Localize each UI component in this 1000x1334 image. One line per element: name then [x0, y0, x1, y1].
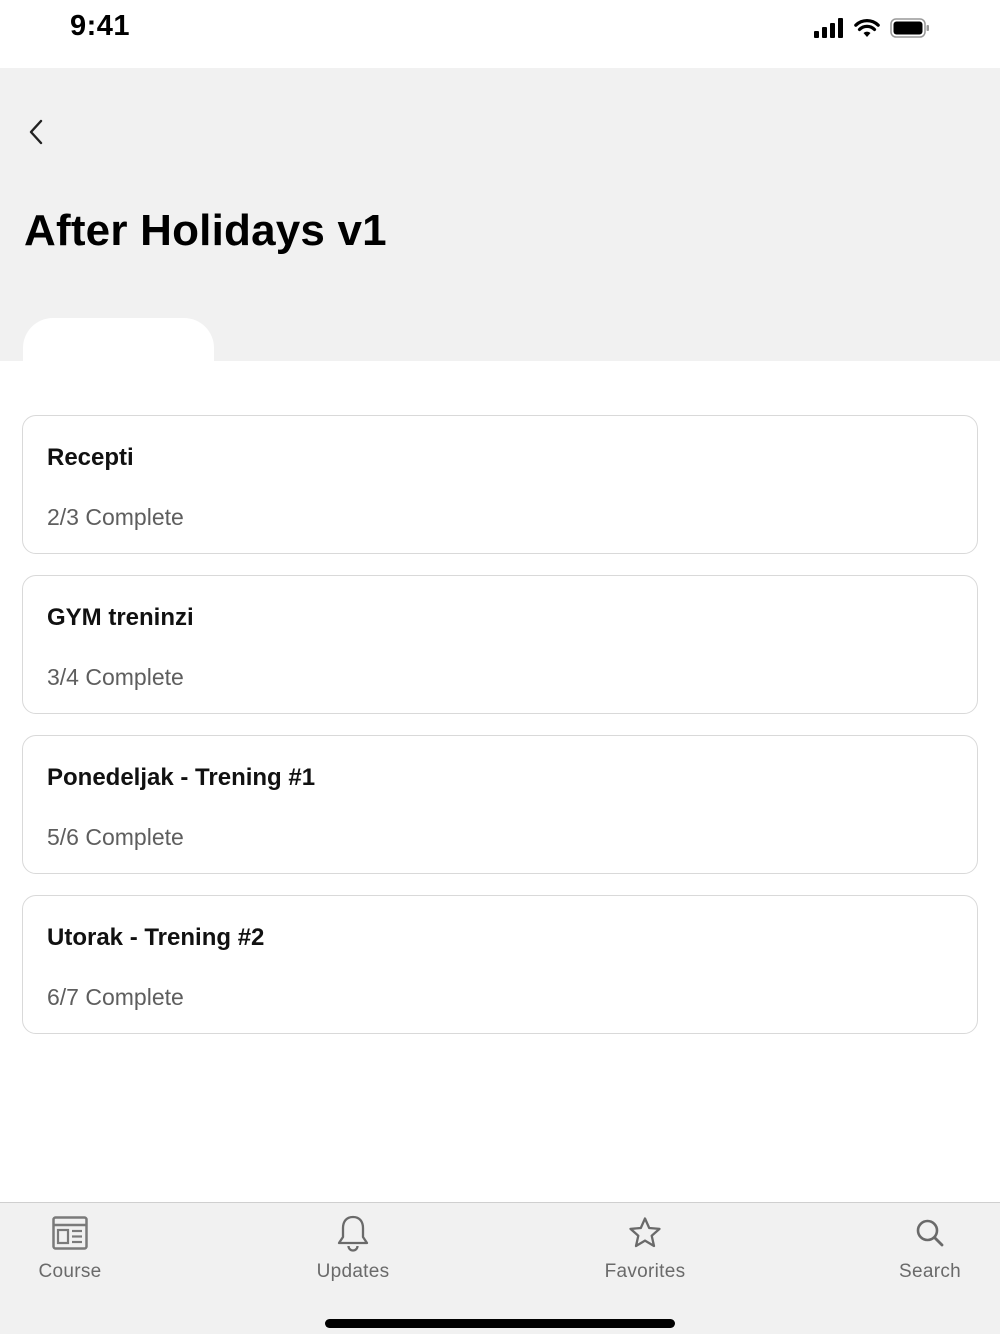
module-card-recepti[interactable]: Recepti 2/3 Complete — [22, 415, 978, 554]
tab-search[interactable]: Search — [860, 1213, 1000, 1293]
tab-label: Favorites — [604, 1261, 686, 1282]
status-icons — [814, 18, 930, 38]
tab-course[interactable]: Course — [0, 1213, 140, 1293]
tab-updates[interactable]: Updates — [283, 1213, 423, 1293]
course-icon — [52, 1213, 88, 1253]
chevron-left-icon — [27, 118, 45, 151]
module-card-gym-treninzi[interactable]: GYM treninzi 3/4 Complete — [22, 575, 978, 714]
back-button[interactable] — [18, 116, 54, 152]
screen: 9:41 After Holidays v1 Recepti 2/3 Compl… — [0, 0, 1000, 1334]
tab-label: Updates — [316, 1261, 390, 1282]
module-progress: 3/4 Complete — [47, 664, 184, 690]
module-card-ponedeljak[interactable]: Ponedeljak - Trening #1 5/6 Complete — [22, 735, 978, 874]
wifi-icon — [854, 18, 880, 38]
tab-label: Course — [38, 1261, 102, 1282]
module-progress: 2/3 Complete — [47, 504, 184, 530]
home-indicator — [325, 1319, 675, 1328]
module-title: GYM treninzi — [47, 604, 194, 631]
cellular-signal-icon — [814, 18, 844, 38]
star-icon — [628, 1213, 662, 1253]
page-title: After Holidays v1 — [24, 206, 387, 255]
tab-bar: Course Updates Favorites Search — [0, 1202, 1000, 1334]
bell-icon — [336, 1213, 370, 1253]
tab-favorites[interactable]: Favorites — [575, 1213, 715, 1293]
status-bar: 9:41 — [0, 0, 1000, 68]
module-progress: 5/6 Complete — [47, 824, 184, 850]
module-progress: 6/7 Complete — [47, 984, 184, 1010]
tab-selector[interactable] — [23, 318, 214, 378]
status-time: 9:41 — [70, 10, 131, 42]
module-card-utorak[interactable]: Utorak - Trening #2 6/7 Complete — [22, 895, 978, 1034]
module-title: Utorak - Trening #2 — [47, 924, 265, 951]
tab-label: Search — [898, 1261, 961, 1282]
module-title: Ponedeljak - Trening #1 — [47, 764, 316, 791]
search-icon — [915, 1213, 945, 1253]
module-list: Recepti 2/3 Complete GYM treninzi 3/4 Co… — [22, 415, 978, 1055]
module-title: Recepti — [47, 444, 134, 471]
page-header: After Holidays v1 — [0, 68, 1000, 378]
battery-icon — [890, 18, 930, 38]
